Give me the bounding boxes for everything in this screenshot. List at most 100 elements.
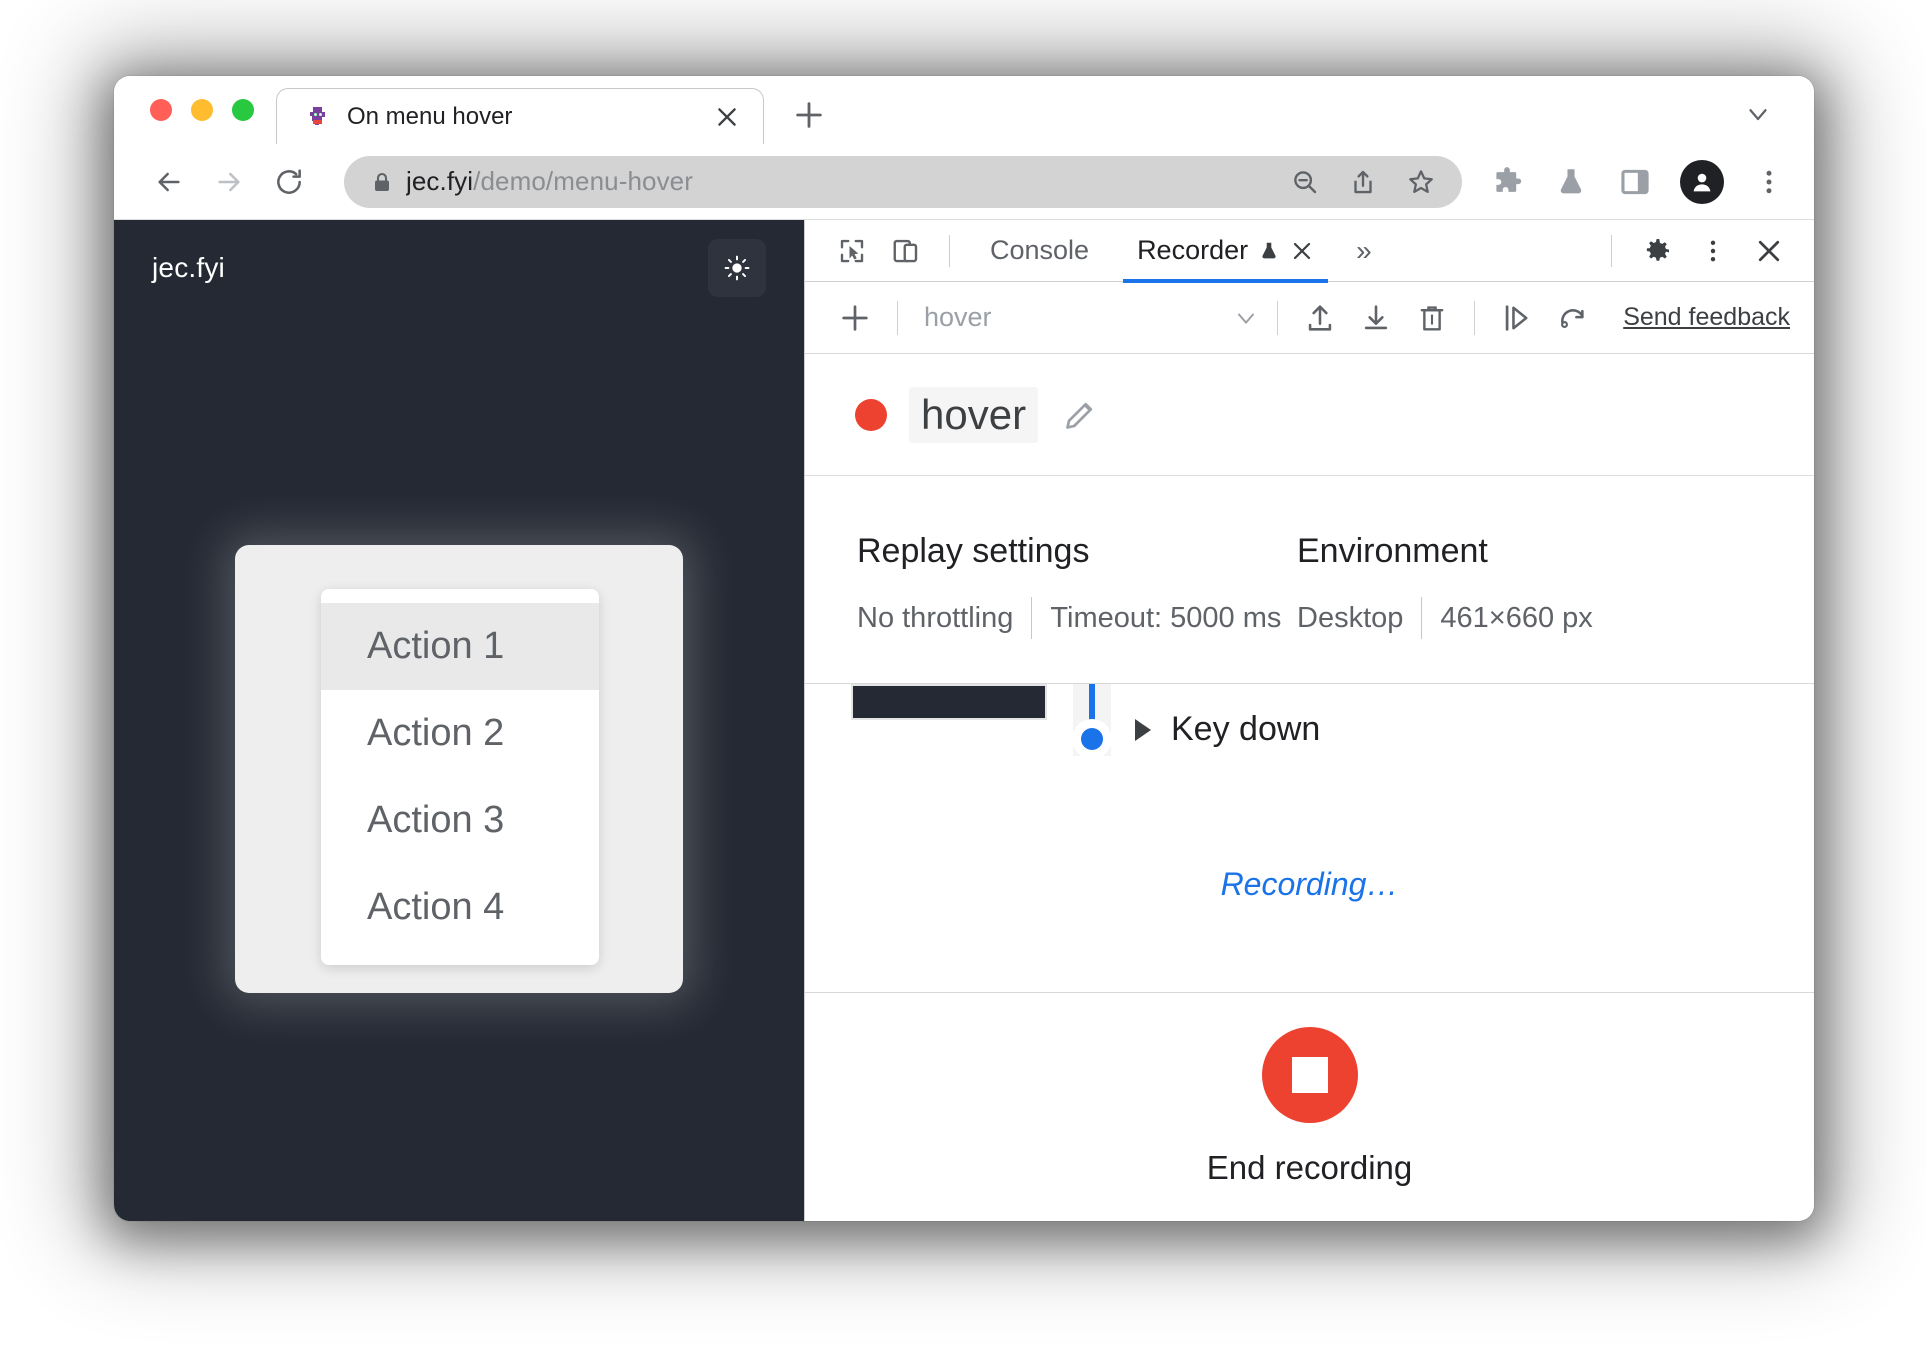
divider <box>897 300 898 335</box>
url-path: /demo/menu-hover <box>473 166 693 196</box>
step-label: Key down <box>1171 710 1321 748</box>
site-brand-logo[interactable]: jec.fyi <box>152 252 225 284</box>
page-content-area: Hover me! Action 1 Action 2 Action 3 Act… <box>114 316 804 1221</box>
timeline-line <box>1089 684 1095 730</box>
stop-square-icon <box>1291 1057 1328 1093</box>
window-traffic-lights <box>114 76 276 144</box>
recording-select-value: hover <box>924 302 992 332</box>
experiments-flask-icon[interactable] <box>1552 163 1590 201</box>
tab-recorder[interactable]: Recorder <box>1115 220 1336 283</box>
window-minimize-button[interactable] <box>191 99 213 121</box>
hover-dropdown-menu[interactable]: Action 1 Action 2 Action 3 Action 4 <box>321 588 599 965</box>
pencil-edit-icon[interactable] <box>1060 395 1100 435</box>
divider <box>1421 597 1423 639</box>
divider <box>1611 234 1612 267</box>
environment-column: Environment Desktop 461×660 px <box>1297 532 1737 639</box>
gear-icon[interactable] <box>1632 228 1682 274</box>
tab-recorder-label: Recorder <box>1137 235 1249 265</box>
recording-status-dot <box>855 398 887 431</box>
replay-icon[interactable] <box>1545 292 1601 344</box>
replay-settings-column: Replay settings No throttling Timeout: 5… <box>857 532 1297 639</box>
inspect-element-icon[interactable] <box>827 228 877 274</box>
trash-icon[interactable] <box>1404 292 1460 344</box>
menu-item-action-4[interactable]: Action 4 <box>321 864 599 951</box>
throttling-value[interactable]: No throttling <box>857 602 1013 635</box>
recording-select[interactable]: hover <box>912 292 1263 344</box>
three-dot-menu-icon[interactable] <box>1750 163 1788 201</box>
recorder-toolbar: hover Send feedback <box>805 282 1814 354</box>
menu-item-action-2[interactable]: Action 2 <box>321 690 599 777</box>
send-feedback-link[interactable]: Send feedback <box>1623 303 1790 332</box>
zoom-out-icon[interactable] <box>1288 165 1322 199</box>
environment-heading: Environment <box>1297 532 1488 570</box>
browser-action-icons <box>1482 159 1788 204</box>
tab-close-icon[interactable] <box>711 101 743 133</box>
divider <box>949 234 950 267</box>
hover-trigger-card[interactable]: Hover me! Action 1 Action 2 Action 3 Act… <box>235 544 683 993</box>
recording-name-field[interactable]: hover <box>909 386 1039 443</box>
profile-avatar-icon[interactable] <box>1680 159 1724 204</box>
reload-icon[interactable] <box>262 155 316 209</box>
chevron-down-icon <box>1229 301 1263 335</box>
end-recording-button[interactable] <box>1261 1027 1358 1123</box>
lock-icon <box>370 169 394 195</box>
bookmark-star-icon[interactable] <box>1404 165 1438 199</box>
end-recording-label: End recording <box>1206 1149 1413 1186</box>
devtools-panel: Console Recorder » hover Send feedback h… <box>804 220 1814 1221</box>
omnibox-toolbar: jec.fyi/demo/menu-hover <box>114 144 1814 220</box>
device-toolbar-icon[interactable] <box>881 228 931 274</box>
replay-settings-heading: Replay settings <box>857 532 1090 570</box>
caret-right-icon[interactable] <box>1135 718 1151 741</box>
address-bar-actions <box>1288 165 1450 199</box>
timeout-value[interactable]: Timeout: 5000 ms <box>1050 602 1281 635</box>
dino-favicon <box>305 104 331 130</box>
step-row-key-down[interactable]: Key down <box>1135 710 1320 749</box>
share-icon[interactable] <box>1346 165 1380 199</box>
devtools-tab-bar: Console Recorder » <box>805 220 1814 283</box>
step-screenshot-thumbnail <box>851 684 1047 720</box>
tab-recorder-close-icon[interactable] <box>1290 239 1314 263</box>
tab-console[interactable]: Console <box>968 220 1111 282</box>
screenshot-canvas: On menu hover jec.fyi/demo/menu-hover je… <box>0 0 1926 1372</box>
import-download-icon[interactable] <box>1348 292 1404 344</box>
web-page-viewport: jec.fyi Hover me! Ac <box>114 220 804 1221</box>
sun-icon[interactable] <box>708 239 766 297</box>
browser-window: On menu hover jec.fyi/demo/menu-hover je… <box>114 76 1814 1221</box>
replay-settings-values: No throttling Timeout: 5000 ms <box>857 597 1297 639</box>
plus-icon[interactable] <box>827 292 883 344</box>
side-panel-icon[interactable] <box>1616 163 1654 201</box>
address-bar[interactable]: jec.fyi/demo/menu-hover <box>344 155 1462 208</box>
devtools-right-actions <box>1597 228 1794 274</box>
tab-search-chevron-down-icon[interactable] <box>1738 94 1778 134</box>
back-arrow-icon[interactable] <box>142 155 196 209</box>
devtools-close-icon[interactable] <box>1744 228 1794 274</box>
divider <box>1277 300 1279 335</box>
divider <box>1474 300 1476 335</box>
devtools-three-dot-menu-icon[interactable] <box>1688 228 1738 274</box>
recorder-body: hover Replay settings No throttling Time… <box>805 354 1814 1221</box>
window-close-button[interactable] <box>150 99 172 121</box>
export-upload-icon[interactable] <box>1292 292 1348 344</box>
viewport-row: jec.fyi Hover me! Ac <box>114 220 1814 1221</box>
new-tab-button[interactable] <box>786 92 832 138</box>
window-zoom-button[interactable] <box>232 99 254 121</box>
recording-status-text: Recording… <box>1220 866 1399 902</box>
recording-settings: Replay settings No throttling Timeout: 5… <box>805 476 1814 684</box>
browser-tab[interactable]: On menu hover <box>276 88 764 144</box>
step-timeline-node <box>1081 728 1103 750</box>
tab-strip: On menu hover <box>114 76 1814 144</box>
step-over-icon[interactable] <box>1489 292 1545 344</box>
page-header: jec.fyi <box>114 220 804 316</box>
device-value: Desktop <box>1297 601 1404 634</box>
recording-title-row: hover <box>805 354 1814 476</box>
extensions-puzzle-icon[interactable] <box>1488 163 1526 201</box>
devtools-overflow-button[interactable]: » <box>1340 235 1388 267</box>
menu-item-action-3[interactable]: Action 3 <box>321 777 599 864</box>
flask-icon <box>1258 238 1280 264</box>
environment-values: Desktop 461×660 px <box>1297 597 1737 639</box>
address-bar-text: jec.fyi/demo/menu-hover <box>406 166 1276 197</box>
forward-arrow-icon[interactable] <box>202 155 256 209</box>
menu-item-action-1[interactable]: Action 1 <box>321 602 599 690</box>
recorded-steps-list: Key down Recording… <box>805 684 1814 993</box>
viewport-value: 461×660 px <box>1440 601 1593 634</box>
